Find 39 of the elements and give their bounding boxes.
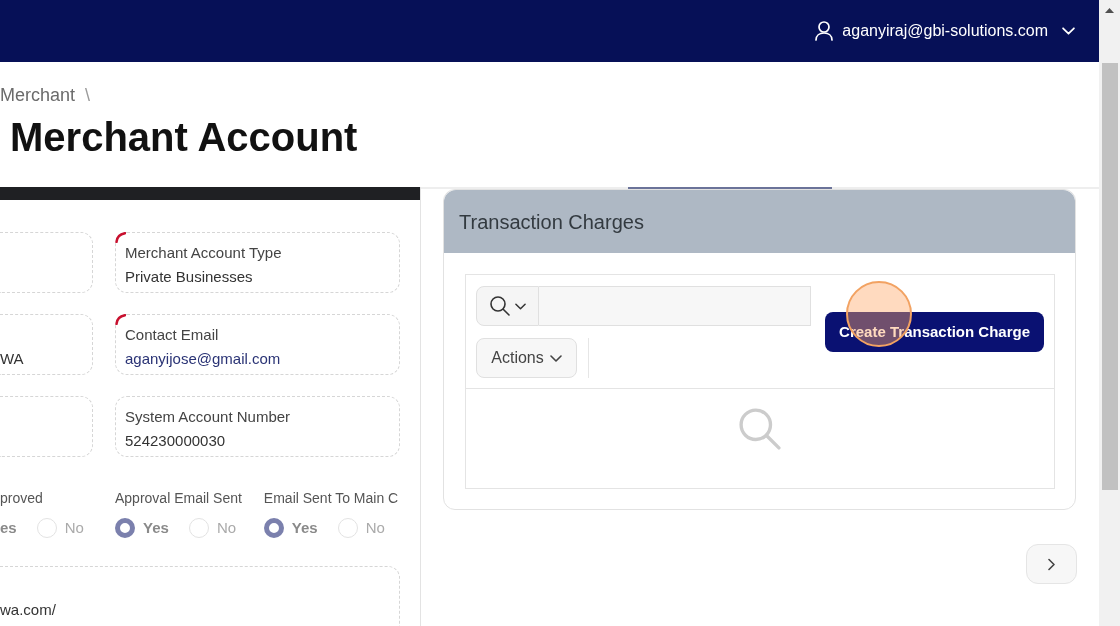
user-menu[interactable]: aganyiraj@gbi-solutions.com bbox=[815, 19, 1075, 43]
radio-label: No bbox=[365, 517, 385, 538]
breadcrumb-link[interactable]: Merchant bbox=[0, 81, 76, 109]
field-value: aganyijose@gmail.com bbox=[125, 348, 281, 369]
actions-button[interactable]: Actions bbox=[476, 338, 577, 378]
scroll-up-arrow-icon[interactable] bbox=[1105, 8, 1114, 13]
chevron-down-icon bbox=[1062, 27, 1075, 35]
radio-label: No bbox=[216, 517, 237, 538]
radio-button[interactable] bbox=[115, 518, 135, 538]
search-field[interactable] bbox=[539, 286, 811, 326]
field-value: wa.com/ bbox=[0, 599, 56, 620]
field-value: Private Businesses bbox=[125, 266, 253, 287]
field-label: Merchant Account Type bbox=[125, 242, 282, 263]
required-marker-icon bbox=[115, 232, 126, 243]
radio-label: Yes bbox=[143, 517, 169, 538]
search-icon bbox=[489, 296, 510, 316]
chevron-down-icon bbox=[514, 302, 526, 310]
radio-label: No bbox=[64, 517, 84, 538]
card-title: Transaction Charges bbox=[459, 209, 644, 235]
radio-group-label: Approval Email Sent bbox=[115, 489, 242, 508]
field-value: WA bbox=[0, 348, 24, 369]
chevron-right-icon bbox=[1048, 557, 1055, 571]
radio-group-label: proved bbox=[0, 489, 44, 508]
page-title: Merchant Account bbox=[9, 114, 359, 161]
scrollbar-thumb[interactable] bbox=[1101, 63, 1118, 490]
user-icon bbox=[815, 21, 834, 41]
radio-label: es bbox=[0, 517, 17, 538]
next-page-button[interactable] bbox=[1026, 544, 1077, 584]
radio-button[interactable] bbox=[263, 518, 284, 538]
field-value: 524230000030 bbox=[125, 430, 226, 451]
required-marker-icon bbox=[115, 314, 126, 325]
breadcrumb-separator: \ bbox=[85, 83, 91, 107]
search-column-button[interactable] bbox=[476, 286, 539, 326]
chevron-down-icon bbox=[549, 354, 562, 362]
radio-group-label: Email Sent To Main C bbox=[263, 489, 399, 508]
field-label: Contact Email bbox=[125, 324, 219, 345]
search-icon bbox=[739, 408, 781, 450]
radio-label: Yes bbox=[291, 517, 318, 538]
field-label: System Account Number bbox=[125, 406, 291, 427]
